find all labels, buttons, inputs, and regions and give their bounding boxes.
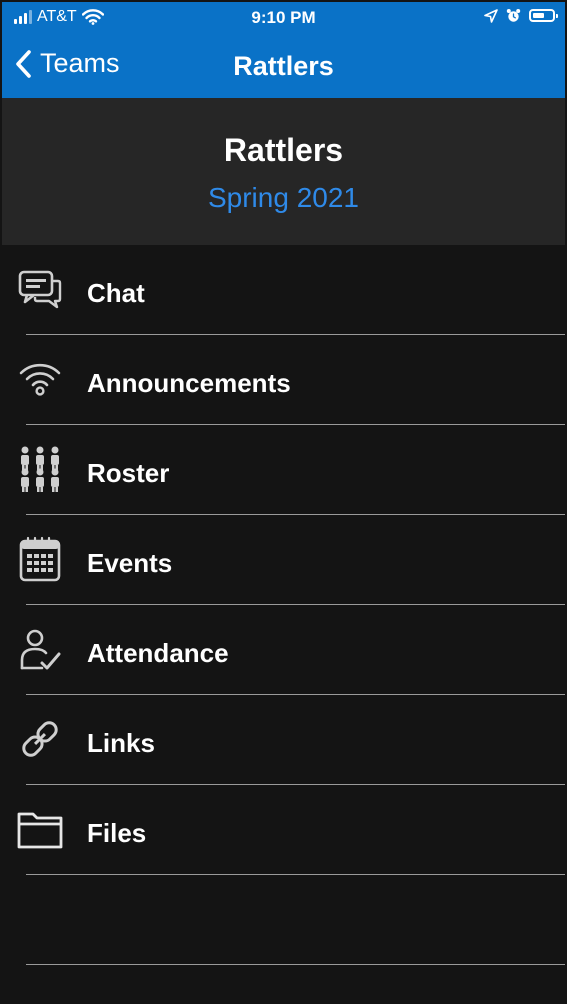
back-button[interactable]: Teams <box>14 48 120 79</box>
team-name: Rattlers <box>223 132 344 168</box>
empty-row <box>2 875 565 965</box>
menu-item-chat[interactable]: Chat <box>2 245 565 335</box>
menu-item-links[interactable]: Links <box>2 695 565 785</box>
menu-item-label: Chat <box>87 278 145 308</box>
battery-icon <box>529 9 558 22</box>
chat-icon <box>16 267 64 311</box>
menu-item-label: Announcements <box>87 368 291 398</box>
alarm-icon <box>506 9 521 22</box>
menu-item-announcements[interactable]: Announcements <box>2 335 565 425</box>
chevron-left-icon <box>16 49 31 78</box>
team-menu: Chat Announcements Roster Events Attenda… <box>2 245 565 965</box>
menu-item-label: Roster <box>87 458 170 488</box>
team-season: Spring 2021 <box>207 182 359 213</box>
menu-item-label: Links <box>87 728 155 758</box>
menu-item-attendance[interactable]: Attendance <box>2 605 565 695</box>
team-header: Rattlers Spring 2021 <box>2 98 565 245</box>
clock: 9:10 PM <box>251 8 316 27</box>
menu-item-label: Attendance <box>87 638 229 668</box>
navigation-bar: Teams Rattlers <box>2 34 565 98</box>
menu-item-roster[interactable]: Roster <box>2 425 565 515</box>
folder-icon <box>16 807 64 851</box>
link-icon <box>16 717 64 761</box>
menu-item-events[interactable]: Events <box>2 515 565 605</box>
location-arrow-icon <box>484 8 498 23</box>
calendar-icon <box>16 536 64 582</box>
menu-item-label: Events <box>87 548 173 578</box>
status-bar: AT&T 9:10 PM <box>2 2 565 34</box>
app-screen: AT&T 9:10 PM Teams Rattlers Rattlers Spr… <box>2 2 565 1002</box>
attendance-icon <box>16 627 64 671</box>
menu-item-files[interactable]: Files <box>2 785 565 875</box>
top-bar: AT&T 9:10 PM Teams Rattlers <box>2 2 565 98</box>
menu-item-label: Files <box>87 818 147 848</box>
back-button-label: Teams <box>40 48 120 78</box>
roster-icon <box>16 446 64 492</box>
divider <box>26 964 565 965</box>
broadcast-icon <box>16 357 64 401</box>
